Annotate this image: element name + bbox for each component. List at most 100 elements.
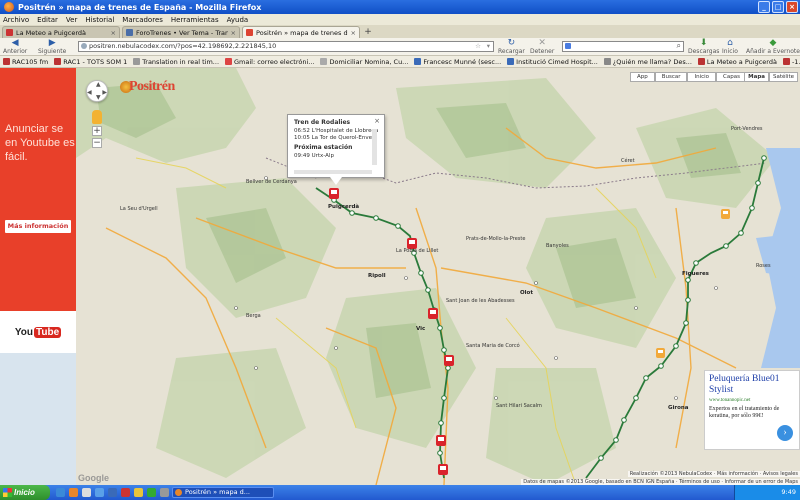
close-infowindow-icon[interactable]: ×	[374, 117, 380, 125]
app-icon[interactable]	[160, 488, 169, 497]
close-tab-icon[interactable]: ×	[111, 29, 116, 37]
minimize-button[interactable]: _	[758, 1, 770, 13]
gmail-icon	[225, 58, 233, 65]
map-app-controls: App Buscar Inicio Capas	[629, 72, 747, 82]
ad-go-arrow-icon[interactable]: ›	[777, 425, 793, 441]
home-button[interactable]: ⌂ Inicio	[722, 39, 738, 56]
bookmark-cimed[interactable]: Institució Cimed Hospit...	[507, 58, 598, 66]
layers-button[interactable]: Capas	[716, 72, 747, 82]
info-scrollbar[interactable]	[372, 129, 377, 165]
pan-up-icon[interactable]: ▲	[96, 81, 101, 88]
zoom-in-button[interactable]: +	[92, 126, 102, 136]
tab-bar: La Meteo a Puigcerdà × ForoTrenes • Ver …	[0, 25, 800, 38]
firefox-quicklaunch-icon[interactable]	[69, 488, 78, 497]
desktop-icon[interactable]	[82, 488, 91, 497]
bookmark-star-icon[interactable]: ☆	[475, 42, 481, 51]
forward-arrow-icon: ▶	[48, 38, 56, 48]
street-view-pegman-icon[interactable]	[92, 110, 102, 124]
tab-forotrenes[interactable]: ForoTrenes • Ver Tema - Transp... ×	[122, 26, 240, 38]
new-tab-button[interactable]: +	[362, 27, 374, 38]
town-label: Girona	[668, 405, 689, 411]
maximize-button[interactable]: □	[772, 1, 784, 13]
app-icon[interactable]	[121, 488, 130, 497]
pan-left-icon[interactable]: ◀	[87, 89, 92, 96]
bookmark-meteo[interactable]: La Meteo a Puigcerdà	[697, 58, 777, 66]
tab-positren[interactable]: Positrén » mapa de trenes de Esp... ×	[242, 26, 360, 38]
close-tab-icon[interactable]: ×	[231, 29, 236, 37]
bookmark-quien-me-llama[interactable]: ¿Quién me llama? Des...	[603, 58, 692, 66]
ad-url[interactable]: www.tonannopic.net	[709, 398, 795, 403]
info-horizontal-scrollbar[interactable]	[294, 170, 372, 174]
town-label: Figueres	[682, 271, 709, 277]
app-icon[interactable]	[147, 488, 156, 497]
ad-title[interactable]: Peluquería Blue01 Stylist	[709, 374, 795, 396]
bookmark-temperature[interactable]: -1.8°C ~ 55% **MTQ**...	[782, 58, 800, 66]
pan-down-icon[interactable]: ▼	[96, 94, 101, 101]
evernote-icon: ◆	[769, 38, 777, 48]
evernote-button[interactable]: ◆ Añadir a Evernote	[746, 38, 800, 56]
search-map-button[interactable]: Buscar	[654, 72, 688, 82]
taskbar-firefox-window[interactable]: Positrén » mapa d...	[172, 487, 274, 498]
bookmark-favicon-icon	[133, 58, 141, 65]
ad-headline: Anunciar se en Youtube es fácil.	[5, 123, 75, 163]
downloads-button[interactable]: ⬇ Descargas	[688, 39, 719, 56]
hairdresser-ad[interactable]: Peluquería Blue01 Stylist www.tonannopic…	[704, 370, 800, 450]
url-text: positren.nebulacodex.com/?pos=42.198692,…	[89, 42, 277, 50]
search-input[interactable]: ⌕	[562, 41, 684, 52]
pan-right-icon[interactable]: ▶	[102, 89, 107, 96]
menu-historial[interactable]: Historial	[85, 16, 114, 24]
windows-logo-icon	[3, 488, 12, 497]
ad-more-info-button[interactable]: Más información	[5, 220, 71, 233]
folder-icon[interactable]	[134, 488, 143, 497]
town-label: Puigcerdà	[328, 204, 360, 210]
train-info-window[interactable]: × Tren de Rodalies 06:52 L'Hospitalet de…	[287, 114, 385, 185]
bookmark-rac1[interactable]: RAC1 - TOTS SOM 1	[54, 58, 127, 66]
forward-button[interactable]: ▶ Siguiente	[38, 38, 66, 56]
map-attribution[interactable]: Realización ©2013 NebulaCodex · Más info…	[627, 471, 800, 477]
reload-button[interactable]: ↻ Recargar	[498, 39, 525, 56]
map-pan-control[interactable]: ▲ ◀ ▶ ▼	[86, 80, 108, 102]
close-window-button[interactable]: ×	[786, 1, 798, 13]
stop-button[interactable]: ✕ Detener	[530, 38, 554, 56]
stop-icon: ✕	[538, 38, 546, 48]
menu-bar: Archivo Editar Ver Historial Marcadores …	[0, 14, 800, 25]
home-map-button[interactable]: Inicio	[687, 72, 717, 82]
town-label: Santa Maria de Corcó	[466, 343, 520, 349]
zoom-out-button[interactable]: −	[92, 138, 102, 148]
bookmark-rac105[interactable]: RAC105 fm	[3, 58, 48, 66]
bookmark-favicon-icon	[3, 58, 10, 65]
app-button[interactable]: App	[629, 72, 655, 82]
menu-editar[interactable]: Editar	[37, 16, 58, 24]
tab-meteo[interactable]: La Meteo a Puigcerdà ×	[2, 26, 120, 38]
menu-archivo[interactable]: Archivo	[3, 16, 29, 24]
back-button[interactable]: ◀ Anterior	[3, 39, 27, 56]
app-icon[interactable]	[108, 488, 117, 497]
bookmark-francesc[interactable]: Francesc Munné (sesc...	[414, 58, 501, 66]
bookmark-gmail[interactable]: Gmail: correo electróni...	[225, 58, 314, 66]
menu-ayuda[interactable]: Ayuda	[227, 16, 249, 24]
town-label: Sant Hilari Sacalm	[496, 403, 542, 409]
url-dropdown-icon[interactable]: ▾	[487, 42, 490, 51]
info-title: Tren de Rodalies	[294, 119, 351, 126]
map-type-satellite[interactable]: Satélite	[769, 72, 798, 82]
menu-ver[interactable]: Ver	[66, 16, 77, 24]
url-bar[interactable]: positren.nebulacodex.com/?pos=42.198692,…	[78, 41, 494, 52]
close-tab-icon[interactable]: ×	[351, 29, 356, 37]
town-label: Bellver de Cerdanya	[246, 179, 297, 185]
start-button[interactable]: Inicio	[0, 485, 50, 500]
search-icon[interactable]: ⌕	[677, 41, 681, 51]
menu-marcadores[interactable]: Marcadores	[122, 16, 163, 24]
clock[interactable]: 9:49	[781, 488, 796, 496]
bookmark-domiciliar[interactable]: Domiciliar Nomina, Cu...	[320, 58, 408, 66]
menu-herramientas[interactable]: Herramientas	[171, 16, 219, 24]
town-label: Port-Vendres	[731, 126, 763, 132]
train-map[interactable]: Bellver de Cerdanya Puigcerdà Ripoll Vic…	[76, 68, 800, 485]
ie-icon[interactable]	[56, 488, 65, 497]
bookmarks-toolbar: RAC105 fm RAC1 - TOTS SOM 1 Translation …	[0, 56, 800, 68]
youtube-ad-banner[interactable]: Anunciar se en Youtube es fácil. Más inf…	[0, 68, 76, 353]
youtube-logo: You Tube	[0, 311, 76, 353]
site-identity-icon	[81, 43, 87, 49]
bookmark-translation[interactable]: Translation in real tim...	[133, 58, 219, 66]
app-icon[interactable]	[95, 488, 104, 497]
map-type-map[interactable]: Mapa	[744, 72, 769, 82]
